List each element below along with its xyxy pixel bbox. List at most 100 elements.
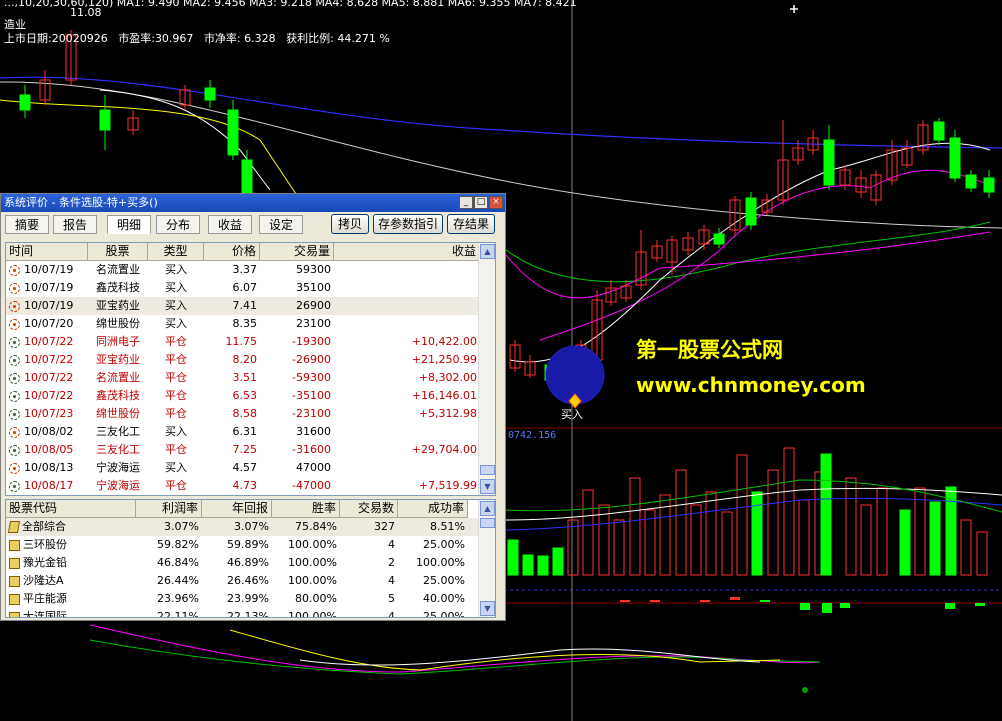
trade-row[interactable]: 10/08/13 宁波海运 买入 4.57 47000 <box>6 459 480 477</box>
volume-bar <box>552 547 564 576</box>
trades-table[interactable]: 时间 股票 类型 价格 交易量 收益 10/07/19 名流置业 买入 3.37 59300 10/… <box>5 242 496 496</box>
trade-row[interactable]: 10/07/23 绵世股份 平仓 8.58 -23100 +5,312.98 <box>6 405 480 423</box>
trade-profit <box>334 315 480 333</box>
trade-row[interactable]: 10/07/22 同洲电子 平仓 11.75 -19300 +10,422.00 <box>6 333 480 351</box>
summary-col-header[interactable]: 胜率 <box>272 500 340 517</box>
trade-stock: 三友化工 <box>96 425 140 438</box>
trade-type: 买入 <box>165 425 187 438</box>
stock-icon <box>9 575 20 587</box>
close-signal-icon <box>9 444 20 456</box>
save-results-button[interactable]: 存结果 <box>447 214 495 234</box>
trade-row[interactable]: 10/07/19 名流置业 买入 3.37 59300 <box>6 261 480 279</box>
trades-col-header[interactable]: 收益 <box>334 243 480 260</box>
summary-win: 80.00% <box>295 592 337 605</box>
trades-col-header[interactable]: 股票 <box>88 243 148 260</box>
trade-type: 平仓 <box>165 371 187 384</box>
trades-table-header: 时间 股票 类型 价格 交易量 收益 <box>6 243 480 261</box>
tab-returns[interactable]: 收益 <box>208 215 252 234</box>
trade-time-cell: 10/07/22 <box>6 351 88 369</box>
summary-col-header[interactable]: 成功率 <box>398 500 468 517</box>
close-signal-icon <box>9 354 20 366</box>
scroll-thumb[interactable] <box>480 518 495 528</box>
trade-profit: +16,146.01 <box>411 389 477 402</box>
ma-line-green <box>505 221 991 283</box>
summary-profit-rate: 23.96% <box>157 592 199 605</box>
tab-report[interactable]: 报告 <box>53 215 97 234</box>
trade-volume: 59300 <box>296 263 331 276</box>
minimize-button[interactable]: _ <box>459 196 473 209</box>
trade-price: 3.51 <box>232 371 258 384</box>
trade-volume: -35100 <box>292 389 331 402</box>
pb-label: 市净率: <box>203 32 241 45</box>
save-params-button[interactable]: 存参数指引 <box>373 214 443 234</box>
summary-table[interactable]: 股票代码 利润率 年回报 胜率 交易数 成功率 全部综合 3.07% 3.07% 75.84% 3… <box>5 499 496 618</box>
maximize-button[interactable]: □ <box>474 196 488 209</box>
summary-profit-rate: 22.11% <box>157 610 199 618</box>
volume-bar <box>537 555 549 576</box>
trade-price: 3.37 <box>232 263 258 276</box>
volume-bar <box>929 501 941 576</box>
tab-detail[interactable]: 明细 <box>107 215 151 234</box>
trades-scrollbar[interactable]: ▲ ▼ <box>478 243 495 495</box>
trade-type: 买入 <box>165 281 187 294</box>
trade-volume: -26900 <box>292 353 331 366</box>
close-button[interactable]: × <box>489 196 503 209</box>
trade-row[interactable]: 10/08/05 三友化工 平仓 7.25 -31600 +29,704.00 <box>6 441 480 459</box>
summary-col-header[interactable]: 股票代码 <box>6 500 136 517</box>
scroll-thumb[interactable] <box>480 465 495 475</box>
trade-type: 平仓 <box>165 389 187 402</box>
trade-row[interactable]: 10/07/20 绵世股份 买入 8.35 23100 <box>6 315 480 333</box>
ma-line-blue <box>0 76 1002 149</box>
scroll-up-icon[interactable]: ▲ <box>480 501 495 516</box>
summary-col-header[interactable]: 年回报 <box>202 500 272 517</box>
summary-col-header[interactable]: 利润率 <box>136 500 202 517</box>
trades-col-header[interactable]: 价格 <box>204 243 260 260</box>
scroll-down-icon[interactable]: ▼ <box>480 479 495 494</box>
trade-row[interactable]: 10/08/17 宁波海运 平仓 4.73 -47000 +7,519.99 <box>6 477 480 495</box>
volume-bar <box>945 486 957 576</box>
close-signal-icon <box>9 390 20 402</box>
summary-row[interactable]: 平庄能源 23.96% 23.99% 80.00% 5 40.00% <box>6 590 480 608</box>
trade-time-cell: 10/07/23 <box>6 405 88 423</box>
trade-row[interactable]: 10/08/02 三友化工 买入 6.31 31600 <box>6 423 480 441</box>
tab-summary[interactable]: 摘要 <box>5 215 49 234</box>
summary-row[interactable]: 全部综合 3.07% 3.07% 75.84% 327 8.51% <box>6 518 480 536</box>
summary-scrollbar[interactable]: ▲ ▼ <box>478 500 495 617</box>
volume-bar <box>736 454 748 576</box>
summary-row[interactable]: 大连国际 22.11% 22.13% 100.00% 4 25.00% <box>6 608 480 618</box>
trade-row[interactable]: 10/07/19 亚宝药业 买入 7.41 26900 <box>6 297 480 315</box>
trade-row[interactable]: 10/07/22 亚宝药业 平仓 8.20 -26900 +21,250.99 <box>6 351 480 369</box>
trade-price: 8.35 <box>232 317 258 330</box>
trade-type: 平仓 <box>165 335 187 348</box>
trade-row[interactable]: 10/07/22 名流置业 平仓 3.51 -59300 +8,302.00 <box>6 369 480 387</box>
summary-row[interactable]: 沙隆达A 26.44% 26.46% 100.00% 4 25.00% <box>6 572 480 590</box>
scroll-up-icon[interactable]: ▲ <box>480 244 495 259</box>
tab-distribution[interactable]: 分布 <box>156 215 200 234</box>
window-titlebar[interactable]: 系统评价 - 条件选股-特+买多() _ □ × <box>1 194 505 212</box>
volume-bar <box>705 491 717 576</box>
trades-col-header[interactable]: 时间 <box>6 243 88 260</box>
summary-stock-cell: 沙隆达A <box>6 572 136 590</box>
copy-button[interactable]: 拷贝 <box>331 214 369 234</box>
summary-stock-name: 平庄能源 <box>23 592 67 605</box>
trade-row[interactable]: 10/07/22 鑫茂科技 平仓 6.53 -35100 +16,146.01 <box>6 387 480 405</box>
trade-row[interactable]: 10/07/19 鑫茂科技 买入 6.07 35100 <box>6 279 480 297</box>
close-signal-icon <box>9 408 20 420</box>
trade-stock: 宁波海运 <box>96 461 140 474</box>
trade-stock: 同洲电子 <box>96 335 140 348</box>
summary-col-header[interactable]: 交易数 <box>340 500 398 517</box>
trades-col-header[interactable]: 类型 <box>148 243 204 260</box>
stock-icon <box>9 557 20 569</box>
trade-time-cell: 10/08/02 <box>6 423 88 441</box>
trade-profit <box>334 459 480 477</box>
summary-row[interactable]: 三环股份 59.82% 59.89% 100.00% 4 25.00% <box>6 536 480 554</box>
summary-row[interactable]: 豫光金铅 46.84% 46.89% 100.00% 2 100.00% <box>6 554 480 572</box>
trade-volume: 31600 <box>296 425 331 438</box>
trade-price: 4.73 <box>232 479 258 492</box>
trade-type: 平仓 <box>165 407 187 420</box>
trade-time-cell: 10/08/13 <box>6 459 88 477</box>
trade-time: 10/08/02 <box>24 425 74 438</box>
trades-col-header[interactable]: 交易量 <box>260 243 334 260</box>
scroll-down-icon[interactable]: ▼ <box>480 601 495 616</box>
tab-settings[interactable]: 设定 <box>259 215 303 234</box>
